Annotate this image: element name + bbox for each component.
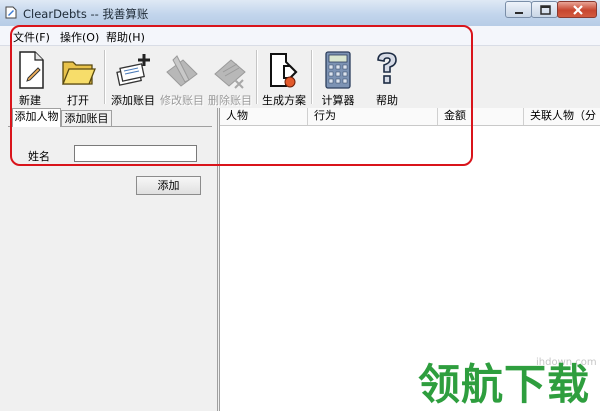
minimize-button[interactable]: [505, 1, 532, 18]
maximize-button[interactable]: [531, 1, 558, 18]
generate-plan-icon: [270, 53, 298, 88]
column-action[interactable]: 行为: [308, 108, 438, 125]
add-entry-label: 添加账目: [111, 94, 155, 107]
calculator-icon: [325, 51, 351, 89]
generate-plan-button[interactable]: 生成方案: [259, 46, 309, 108]
menu-file[interactable]: 文件(F): [13, 29, 50, 45]
open-folder-icon: [62, 61, 96, 85]
help-button[interactable]: 帮助: [365, 46, 409, 108]
tab-add-person[interactable]: 添加人物: [12, 108, 61, 127]
watermark-logo: 领航下载: [418, 360, 591, 409]
toolbar-separator: [311, 50, 313, 104]
tab-add-entry[interactable]: 添加账目: [61, 110, 112, 127]
new-button[interactable]: 新建: [10, 46, 50, 108]
open-button[interactable]: 打开: [55, 46, 101, 108]
name-input[interactable]: [74, 145, 197, 162]
add-entry-button[interactable]: 添加账目: [108, 46, 158, 108]
toolbar-separator: [256, 50, 258, 104]
app-icon: [5, 6, 17, 19]
toolbar-separator: [104, 50, 106, 104]
menu-bar: 文件(F) 操作(O) 帮助(H): [0, 26, 600, 46]
minimize-icon: [515, 12, 523, 14]
column-person[interactable]: 人物: [220, 108, 308, 125]
help-icon: [377, 52, 397, 84]
add-person-button[interactable]: 添加: [136, 176, 201, 195]
calculator-label: 计算器: [321, 94, 355, 107]
window-title: ClearDebts -- 我善算账: [23, 7, 149, 21]
new-document-icon: [19, 51, 44, 89]
menu-operation[interactable]: 操作(O): [60, 29, 99, 45]
maximize-icon: [540, 5, 551, 15]
column-amount[interactable]: 金额: [438, 108, 524, 125]
application-window: ClearDebts -- 我善算账 文件(F) 操作(O) 帮助(H) 新建: [0, 0, 600, 411]
delete-entry-icon: [214, 59, 246, 89]
edit-entry-icon: [166, 55, 198, 87]
calculator-button[interactable]: 计算器: [316, 46, 360, 108]
list-header: 人物 行为 金额 关联人物（分: [220, 108, 600, 126]
open-label: 打开: [67, 94, 89, 107]
edit-entry-button[interactable]: 修改账目: [159, 46, 205, 108]
delete-entry-label: 删除账目: [208, 94, 252, 107]
name-label: 姓名: [28, 150, 50, 163]
column-related-person[interactable]: 关联人物（分: [524, 108, 600, 125]
title-bar[interactable]: ClearDebts -- 我善算账: [0, 0, 600, 26]
generate-plan-label: 生成方案: [262, 94, 306, 107]
help-label: 帮助: [376, 94, 398, 107]
delete-entry-button[interactable]: 删除账目: [206, 46, 254, 108]
new-label: 新建: [19, 94, 41, 107]
close-icon: [573, 5, 583, 15]
toolbar: 新建 打开 添加账目 修改账目 删除账目 生成方案 计算器 帮助: [0, 46, 600, 108]
menu-help[interactable]: 帮助(H): [106, 29, 145, 45]
left-panel: 添加人物 添加账目 姓名 添加: [0, 108, 218, 411]
close-button[interactable]: [557, 1, 597, 18]
add-entry-icon: [116, 54, 150, 86]
edit-entry-label: 修改账目: [160, 94, 204, 107]
